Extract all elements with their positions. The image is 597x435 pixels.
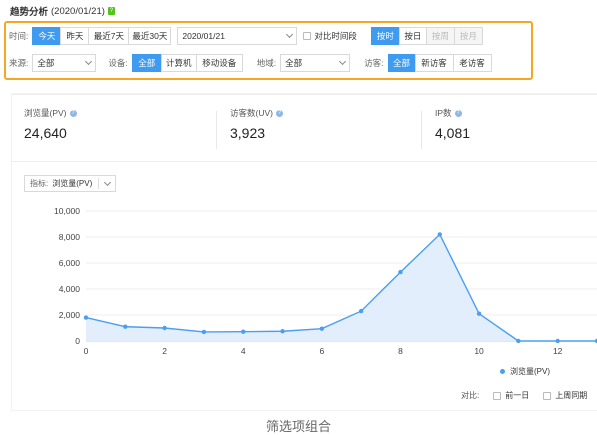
data-point bbox=[398, 269, 403, 275]
trend-chart: 0 2,000 4,000 6,000 8,000 10,000 0 2 4 6 8 10 12 bbox=[54, 206, 597, 356]
x-tick-label: 4 bbox=[241, 346, 246, 356]
visitor-group: 全部 新访客 老访客 bbox=[387, 53, 492, 72]
chart-legend: 浏览量(PV) bbox=[500, 366, 550, 377]
source-select[interactable]: 全部 bbox=[32, 53, 97, 72]
granularity-week-button[interactable]: 按周 bbox=[425, 26, 455, 45]
caption: 筛选项组合 bbox=[265, 419, 331, 434]
device-group: 全部 计算机 移动设备 bbox=[131, 53, 243, 72]
x-tick-label: 10 bbox=[474, 346, 484, 356]
series-area bbox=[86, 234, 597, 341]
data-point bbox=[280, 329, 285, 334]
chevron-down-icon bbox=[85, 57, 93, 65]
device-all-button[interactable]: 全部 bbox=[131, 53, 162, 72]
compare-prev-day-label: 前一日 bbox=[505, 391, 530, 400]
x-tick-label: 12 bbox=[553, 346, 563, 356]
time-yesterday-button[interactable]: 昨天 bbox=[60, 26, 90, 45]
x-tick-label: 6 bbox=[319, 346, 324, 356]
time-filter-row: 时间: 今天 昨天 最近7天 最近30天 2020/01/21 对比时间段 按时… bbox=[9, 26, 483, 45]
compare-checkbox[interactable] bbox=[303, 31, 312, 40]
compare-label: 对比时间段 bbox=[314, 30, 357, 41]
time-today-button[interactable]: 今天 bbox=[32, 26, 62, 45]
y-tick-label: 10,000 bbox=[54, 206, 80, 216]
date-value: 2020/01/21 bbox=[182, 30, 225, 41]
y-tick-label: 4,000 bbox=[59, 284, 81, 294]
help-icon[interactable]: ? bbox=[107, 7, 115, 15]
chevron-down-icon bbox=[339, 57, 347, 65]
y-tick-label: 0 bbox=[75, 336, 80, 346]
legend-label: 浏览量(PV) bbox=[510, 367, 550, 376]
source-value: 全部 bbox=[37, 57, 55, 68]
y-tick-label: 2,000 bbox=[59, 310, 81, 320]
compare-last-week-label: 上周同期 bbox=[555, 391, 588, 400]
visitor-label: 访客: bbox=[364, 57, 384, 68]
granularity-day-button[interactable]: 按日 bbox=[398, 26, 427, 45]
device-computer-button[interactable]: 计算机 bbox=[160, 53, 197, 72]
secondary-filter-row: 来源: 全部 设备: 全部 计算机 移动设备 地域: 全部 访客: 全部 新访客… bbox=[9, 53, 492, 72]
device-mobile-button[interactable]: 移动设备 bbox=[195, 53, 243, 72]
visitor-new-button[interactable]: 新访客 bbox=[414, 53, 454, 72]
region-select[interactable]: 全部 bbox=[280, 53, 351, 72]
data-point bbox=[516, 338, 521, 344]
x-tick-label: 8 bbox=[398, 346, 403, 356]
y-tick-label: 8,000 bbox=[59, 232, 81, 242]
page-date: (2020/01/21) bbox=[51, 5, 105, 17]
visitor-all-button[interactable]: 全部 bbox=[387, 53, 416, 72]
granularity-hour-button[interactable]: 按时 bbox=[370, 26, 400, 45]
data-point bbox=[476, 311, 482, 316]
source-label: 来源: bbox=[9, 57, 29, 68]
data-point bbox=[319, 326, 325, 331]
time-30days-button[interactable]: 最近30天 bbox=[128, 26, 172, 45]
region-value: 全部 bbox=[285, 57, 303, 68]
data-point bbox=[555, 338, 560, 344]
trend-card: 浏览量(PV)? 24,640 访客数(UV)? 3,923 IP数? 4,08… bbox=[12, 94, 597, 410]
page-title: 趋势分析 bbox=[10, 7, 49, 18]
time-label: 时间: bbox=[9, 30, 29, 41]
compare-row-label: 对比: bbox=[461, 391, 480, 400]
compare-prev-day-checkbox[interactable] bbox=[493, 391, 502, 400]
device-label: 设备: bbox=[108, 57, 128, 68]
y-tick-label: 6,000 bbox=[59, 258, 81, 268]
visitor-returning-button[interactable]: 老访客 bbox=[452, 53, 492, 72]
data-point bbox=[162, 325, 167, 331]
date-picker[interactable]: 2020/01/21 bbox=[177, 26, 298, 45]
x-tick-label: 2 bbox=[162, 346, 167, 356]
compare-last-week-checkbox[interactable] bbox=[543, 391, 552, 400]
data-point bbox=[358, 308, 364, 314]
data-point bbox=[201, 329, 207, 335]
data-point bbox=[83, 315, 89, 320]
x-tick-label: 0 bbox=[84, 346, 89, 356]
time-7days-button[interactable]: 最近7天 bbox=[88, 26, 130, 45]
time-range-group: 今天 昨天 最近7天 最近30天 bbox=[32, 26, 172, 45]
granularity-group: 按时 按日 按周 按月 bbox=[370, 26, 483, 45]
filter-panel: 时间: 今天 昨天 最近7天 最近30天 2020/01/21 对比时间段 按时… bbox=[4, 21, 533, 80]
granularity-month-button[interactable]: 按月 bbox=[453, 26, 483, 45]
data-point bbox=[241, 329, 246, 334]
compare-row: 对比: 前一日 上周同期 bbox=[461, 390, 587, 401]
data-point bbox=[123, 324, 128, 329]
region-label: 地域: bbox=[256, 57, 277, 68]
data-point bbox=[437, 232, 442, 237]
chevron-down-icon bbox=[286, 30, 294, 38]
legend-dot-icon bbox=[500, 369, 505, 374]
page-header: 趋势分析 (2020/01/21) ? bbox=[10, 4, 115, 18]
